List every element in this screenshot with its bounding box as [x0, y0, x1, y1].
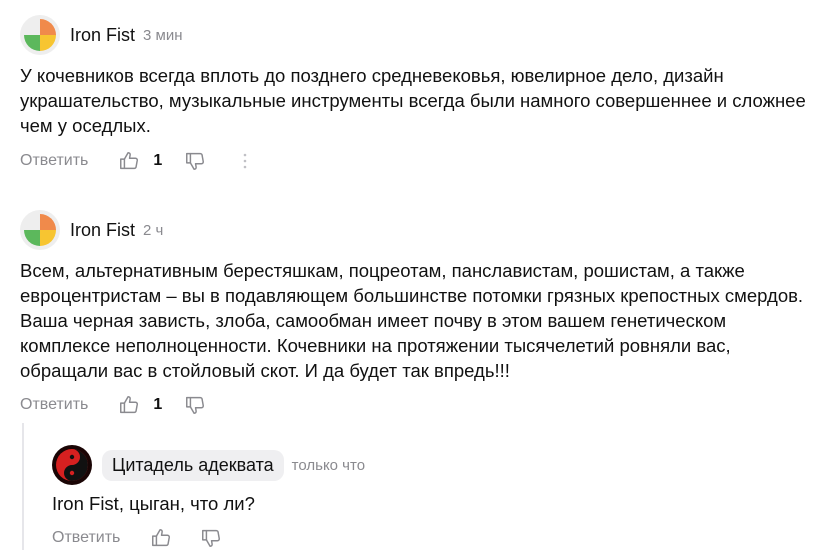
- comment-text: Всем, альтернативным берестяшкам, поцрео…: [20, 260, 804, 381]
- reply-button[interactable]: Ответить: [20, 396, 88, 414]
- timestamp: только что: [291, 456, 366, 474]
- comment-header: Цитадель адеквата только что: [52, 445, 365, 485]
- thumb-up-icon[interactable]: [118, 394, 140, 416]
- thumb-down-icon[interactable]: [184, 150, 206, 172]
- more-icon[interactable]: [234, 150, 256, 172]
- author-name[interactable]: Iron Fist: [70, 220, 135, 241]
- comment-header: Iron Fist 3 мин: [20, 15, 183, 55]
- thumb-down-icon[interactable]: [200, 527, 222, 549]
- comment-actions: Ответить: [52, 527, 222, 549]
- comment-header: Iron Fist 2 ч: [20, 210, 163, 250]
- like-count: 1: [153, 396, 163, 413]
- timestamp: 3 мин: [143, 26, 183, 44]
- thumb-up-icon[interactable]: [150, 527, 172, 549]
- comment-actions: Ответить 1: [20, 150, 256, 172]
- avatar[interactable]: [20, 210, 60, 250]
- comment-text: Iron Fist, цыган, что ли?: [52, 493, 255, 514]
- avatar[interactable]: [52, 445, 92, 485]
- comment-text: У кочевников всегда вплоть до позднего с…: [20, 65, 806, 136]
- author-name[interactable]: Iron Fist: [70, 25, 135, 46]
- thumb-up-icon[interactable]: [118, 150, 140, 172]
- author-name[interactable]: Цитадель адеквата: [102, 449, 284, 481]
- comment-actions: Ответить 1: [20, 394, 206, 416]
- thumb-down-icon[interactable]: [184, 394, 206, 416]
- timestamp: 2 ч: [143, 221, 164, 239]
- reply-button[interactable]: Ответить: [52, 529, 120, 547]
- like-count: 1: [153, 152, 163, 169]
- avatar[interactable]: [20, 15, 60, 55]
- reply-button[interactable]: Ответить: [20, 152, 88, 170]
- reply-thread-line: [22, 423, 24, 550]
